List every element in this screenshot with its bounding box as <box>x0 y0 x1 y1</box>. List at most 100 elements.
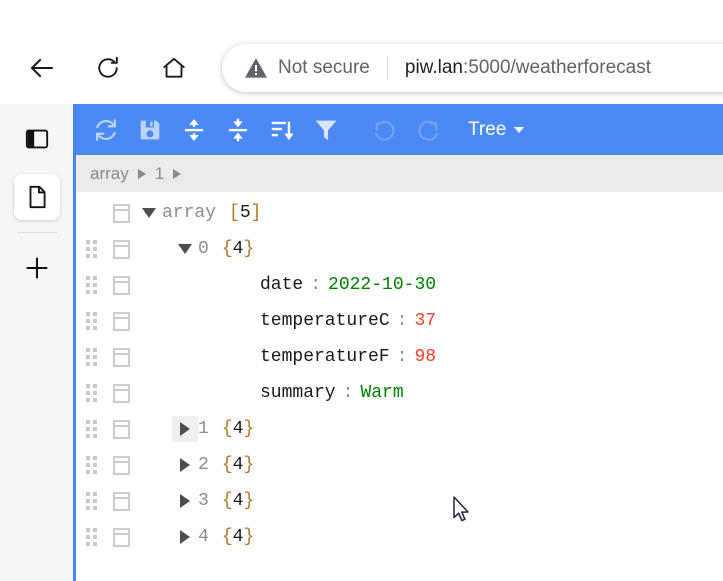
tree-row[interactable]: 2 {4} <box>76 447 723 483</box>
row-menu-icon <box>113 420 130 439</box>
tree-row[interactable]: 0 {4} <box>76 231 723 267</box>
key-value-separator: : <box>303 275 328 295</box>
tree-key[interactable]: temperatureF <box>260 347 390 367</box>
expand-all-button[interactable] <box>172 108 216 152</box>
drag-handle[interactable] <box>76 312 106 330</box>
expand-toggle[interactable] <box>172 236 198 262</box>
breadcrumb-segment[interactable]: array <box>90 164 129 184</box>
drag-dots-icon <box>86 240 97 258</box>
json-tree: array[5]0{4}date:2022-10-30temperatureC:… <box>76 192 723 581</box>
drag-handle[interactable] <box>76 240 106 258</box>
expand-toggle[interactable] <box>136 200 162 226</box>
expand-toggle[interactable] <box>172 416 198 442</box>
drag-dots-icon <box>86 384 97 402</box>
view-mode-label: Tree <box>468 119 506 141</box>
tree-row[interactable]: 3 {4} <box>76 483 723 519</box>
drag-handle[interactable] <box>76 384 106 402</box>
save-icon <box>137 117 163 143</box>
tree-value[interactable]: 98 <box>414 347 436 367</box>
row-menu-icon <box>113 240 130 259</box>
tree-value[interactable]: 2022-10-30 <box>328 275 436 295</box>
address-bar[interactable]: Not secure piw.lan:5000/weatherforecast <box>222 44 723 92</box>
tree-value[interactable]: {4} <box>222 491 254 511</box>
expand-toggle[interactable] <box>172 524 198 550</box>
add-button[interactable] <box>14 245 60 291</box>
tree-value[interactable]: 37 <box>414 311 436 331</box>
expand-toggle <box>234 272 260 298</box>
key-value-separator: : <box>390 347 415 367</box>
drag-dots-icon <box>86 492 97 510</box>
plus-icon <box>23 254 51 282</box>
row-menu-button[interactable] <box>106 384 136 403</box>
chevron-right-icon <box>180 422 190 436</box>
tree-row[interactable]: 1 {4} <box>76 411 723 447</box>
save-button[interactable] <box>128 108 172 152</box>
row-menu-button[interactable] <box>106 348 136 367</box>
sort-icon <box>269 117 295 143</box>
tree-key[interactable]: 4 <box>198 527 209 547</box>
tree-value[interactable]: {4} <box>222 239 254 259</box>
activity-bar-divider <box>17 232 57 233</box>
home-button[interactable] <box>150 44 198 92</box>
tree-value[interactable]: {4} <box>222 455 254 475</box>
chevron-right-icon <box>180 530 190 544</box>
tree-row[interactable]: 4 {4} <box>76 519 723 555</box>
tree-key[interactable]: summary <box>260 383 336 403</box>
row-menu-button[interactable] <box>106 240 136 259</box>
expand-all-icon <box>181 117 207 143</box>
drag-handle[interactable] <box>76 492 106 510</box>
security-status-chip[interactable]: Not secure <box>222 57 370 79</box>
tree-row[interactable]: temperatureF:98 <box>76 339 723 375</box>
undo-button[interactable] <box>362 108 406 152</box>
tree-row[interactable]: summary:Warm <box>76 375 723 411</box>
tree-value[interactable]: {4} <box>222 527 254 547</box>
key-value-separator: : <box>336 383 361 403</box>
tree-key[interactable]: 0 <box>198 239 209 259</box>
tree-key[interactable]: array <box>162 203 216 223</box>
breadcrumb-segment[interactable]: 1 <box>155 164 164 184</box>
filter-button[interactable] <box>304 108 348 152</box>
tree-key[interactable]: temperatureC <box>260 311 390 331</box>
row-menu-button[interactable] <box>106 492 136 511</box>
tree-row[interactable]: array [5] <box>76 195 723 231</box>
tree-row[interactable]: temperatureC:37 <box>76 303 723 339</box>
filter-icon <box>313 117 339 143</box>
drag-handle[interactable] <box>76 348 106 366</box>
drag-handle[interactable] <box>76 528 106 546</box>
tree-value[interactable]: [5] <box>229 203 261 223</box>
view-mode-select[interactable]: Tree <box>468 119 524 141</box>
tree-key[interactable]: 1 <box>198 419 209 439</box>
reload-button[interactable] <box>84 44 132 92</box>
row-menu-button[interactable] <box>106 276 136 295</box>
warning-triangle-icon <box>244 57 268 79</box>
tree-key[interactable]: 3 <box>198 491 209 511</box>
tree-value[interactable]: {4} <box>222 419 254 439</box>
row-menu-button[interactable] <box>106 420 136 439</box>
row-menu-button[interactable] <box>106 204 136 223</box>
sidebar-toggle-button[interactable] <box>14 116 60 162</box>
collapse-all-icon <box>225 117 251 143</box>
expand-toggle[interactable] <box>172 488 198 514</box>
chevron-right-icon <box>180 494 190 508</box>
sidebar-item-document[interactable] <box>14 174 60 220</box>
tree-value[interactable]: Warm <box>360 383 403 403</box>
row-menu-button[interactable] <box>106 312 136 331</box>
url-text[interactable]: piw.lan:5000/weatherforecast <box>405 57 723 79</box>
drag-handle[interactable] <box>76 420 106 438</box>
collapse-all-button[interactable] <box>216 108 260 152</box>
drag-dots-icon <box>86 312 97 330</box>
tree-key[interactable]: date <box>260 275 303 295</box>
tree-row[interactable]: date:2022-10-30 <box>76 267 723 303</box>
row-menu-icon <box>113 492 130 511</box>
drag-handle[interactable] <box>76 456 106 474</box>
redo-button[interactable] <box>406 108 450 152</box>
expand-toggle[interactable] <box>172 452 198 478</box>
sort-button[interactable] <box>260 108 304 152</box>
refresh-button[interactable] <box>84 108 128 152</box>
row-menu-button[interactable] <box>106 456 136 475</box>
tree-key[interactable]: 2 <box>198 455 209 475</box>
row-menu-icon <box>113 384 130 403</box>
drag-handle[interactable] <box>76 276 106 294</box>
back-button[interactable] <box>18 44 66 92</box>
row-menu-button[interactable] <box>106 528 136 547</box>
